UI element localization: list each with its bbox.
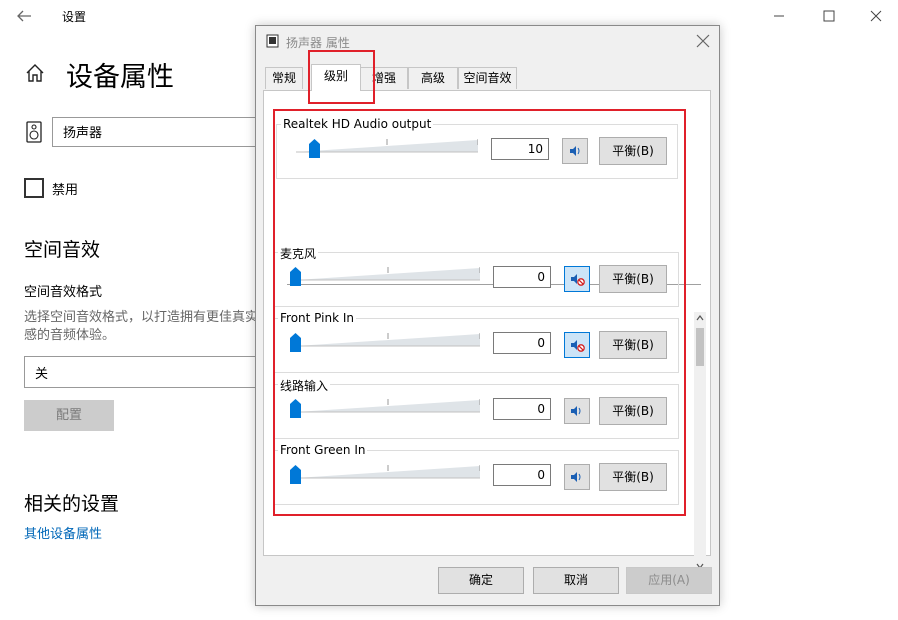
- output-device-name: Realtek HD Audio output: [281, 117, 434, 131]
- levels-tab-panel: Realtek HD Audio output 10 平衡(B) 麦克风 0 平衡: [263, 90, 711, 572]
- speaker-muted-icon: [571, 274, 585, 286]
- input-level-value[interactable]: 0: [493, 464, 551, 486]
- disable-checkbox[interactable]: [24, 178, 44, 198]
- input-slider-thumb[interactable]: [290, 465, 301, 484]
- config-button[interactable]: 配置: [24, 400, 114, 431]
- input-device-name: 线路输入: [278, 377, 331, 394]
- input-slider-thumb[interactable]: [290, 267, 301, 286]
- speaker-device-icon: [26, 121, 42, 143]
- speaker-title-icon: [266, 34, 279, 48]
- speaker-properties-dialog: 扬声器 属性 常规 级别 增强 高级 空间音效 Realtek HD Audio…: [255, 25, 720, 606]
- output-balance-button[interactable]: 平衡(B): [599, 137, 667, 165]
- input-mute-button[interactable]: [564, 266, 590, 292]
- input-level-slider[interactable]: [296, 399, 480, 417]
- spatial-format-select[interactable]: 关: [24, 356, 264, 388]
- speaker-icon: [570, 146, 580, 156]
- minimize-icon[interactable]: [766, 4, 792, 28]
- input-slider-thumb[interactable]: [290, 399, 301, 418]
- input-level-value[interactable]: 0: [493, 332, 551, 354]
- output-mute-button[interactable]: [562, 138, 588, 164]
- speaker-icon: [571, 472, 581, 482]
- spatial-format-label: 空间音效格式: [24, 285, 103, 300]
- tab-levels[interactable]: 级别: [311, 64, 361, 91]
- input-balance-button[interactable]: 平衡(B): [599, 331, 667, 359]
- tab-general[interactable]: 常规: [265, 67, 303, 89]
- speaker-icon: [571, 406, 581, 416]
- tab-spatial-sound[interactable]: 空间音效: [458, 67, 517, 89]
- output-level-value[interactable]: 10: [491, 138, 549, 160]
- spatial-heading: 空间音效: [24, 239, 101, 261]
- input-balance-button[interactable]: 平衡(B): [599, 397, 667, 425]
- output-level-slider[interactable]: [296, 139, 478, 157]
- input-mute-button[interactable]: [564, 464, 590, 490]
- input-device-name: Front Green In: [278, 443, 368, 457]
- input-device-name: 麦克风: [278, 245, 319, 262]
- input-mute-button[interactable]: [564, 398, 590, 424]
- input-level-slider[interactable]: [296, 465, 480, 483]
- maximize-icon[interactable]: [816, 4, 842, 28]
- input-slider-thumb[interactable]: [290, 333, 301, 352]
- input-level-slider[interactable]: [296, 267, 480, 285]
- disable-label: 禁用: [52, 183, 79, 198]
- device-name-input[interactable]: 扬声器: [52, 117, 272, 147]
- input-level-slider[interactable]: [296, 333, 480, 351]
- home-icon[interactable]: [24, 62, 46, 84]
- tab-advanced[interactable]: 高级: [408, 67, 458, 89]
- levels-scrollbar[interactable]: [694, 312, 706, 572]
- tab-enhancements[interactable]: 增强: [360, 67, 408, 89]
- apply-button[interactable]: 应用(A): [626, 567, 712, 594]
- input-level-value[interactable]: 0: [493, 398, 551, 420]
- dialog-title: 扬声器 属性: [286, 36, 350, 50]
- close-window-icon[interactable]: [863, 4, 889, 28]
- input-balance-button[interactable]: 平衡(B): [599, 265, 667, 293]
- ok-button[interactable]: 确定: [438, 567, 524, 594]
- output-slider-thumb[interactable]: [309, 139, 321, 158]
- input-level-value[interactable]: 0: [493, 266, 551, 288]
- speaker-muted-icon: [571, 340, 585, 352]
- input-mute-button[interactable]: [564, 332, 590, 358]
- scroll-up-icon[interactable]: [694, 312, 706, 324]
- page-title: 设备属性: [66, 62, 174, 93]
- cancel-button[interactable]: 取消: [533, 567, 619, 594]
- dialog-close-icon[interactable]: [694, 32, 712, 50]
- back-arrow-icon[interactable]: [14, 6, 34, 26]
- settings-window-title: 设置: [62, 10, 87, 24]
- input-device-name: Front Pink In: [278, 311, 356, 325]
- scroll-thumb[interactable]: [696, 328, 704, 366]
- spatial-description: 选择空间音效格式，以打造拥有更佳真实感的音频体验。: [24, 310, 259, 343]
- input-balance-button[interactable]: 平衡(B): [599, 463, 667, 491]
- related-settings-heading: 相关的设置: [24, 493, 120, 515]
- other-device-properties-link[interactable]: 其他设备属性: [24, 523, 102, 542]
